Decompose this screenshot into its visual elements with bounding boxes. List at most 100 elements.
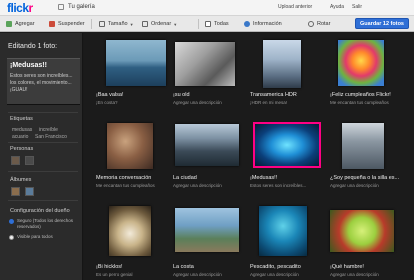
photo-description[interactable]: Agregar una descripción [330, 272, 408, 277]
photo-tile[interactable]: Transamerica HDR ¡HDR en mi mesa! [250, 36, 328, 114]
photo-title[interactable]: ¡Baa valsa! [96, 92, 174, 98]
check-all-icon [205, 21, 211, 27]
photo-thumbnail[interactable] [263, 40, 301, 88]
flickr-logo[interactable]: flickr [7, 1, 33, 15]
gallery-link[interactable]: Tu galería [68, 4, 95, 10]
tags-label: Etiquetas [10, 116, 33, 122]
gallery-icon [58, 4, 64, 10]
photo-description[interactable]: Me encantan tus cumpleaños [96, 183, 174, 188]
select-all-button[interactable]: Todas [205, 19, 229, 29]
photo-description[interactable]: Agregar una descripción [250, 272, 328, 277]
photo-thumbnail[interactable] [259, 206, 307, 256]
tag-item[interactable]: medusas [12, 127, 32, 133]
photo-tile[interactable]: ¡Medusas!! Estos seres son increíbles... [250, 119, 328, 197]
photo-tile[interactable]: Memoria conversación Me encantan tus cum… [96, 119, 174, 197]
editing-title: Editando 1 foto: [8, 43, 58, 50]
photo-description[interactable]: Agregar una descripción [173, 183, 251, 188]
photo-title[interactable]: La costa [173, 264, 251, 270]
photo-thumbnail[interactable] [342, 123, 384, 169]
people-label: Personas [10, 146, 34, 152]
rotate-label: Rotar [317, 21, 331, 27]
photo-title[interactable]: ¡su old [173, 92, 251, 98]
sort-dropdown[interactable]: Ordenar ▼ [142, 19, 177, 29]
photo-title[interactable]: Transamerica HDR [250, 92, 328, 98]
photo-thumbnail-selected[interactable] [253, 122, 321, 168]
divider [8, 171, 78, 172]
privacy-label: Configuración del dueño [10, 208, 70, 214]
photo-thumbnail[interactable] [107, 123, 153, 169]
photo-description[interactable]: Estos seres son increíbles... [250, 183, 328, 188]
photo-description-field[interactable]: Estos seres son increíbles... los colore… [10, 73, 78, 94]
sort-icon [142, 21, 148, 27]
photo-thumbnail[interactable] [175, 208, 239, 252]
photo-title[interactable]: ¡Medusas!! [250, 175, 328, 181]
photo-description[interactable]: Agregar una descripción [330, 183, 408, 188]
photo-title[interactable]: ¿Soy pequeña o la silla es... [330, 175, 408, 181]
photo-tile[interactable]: La ciudad Agregar una descripción [173, 119, 251, 197]
photo-title[interactable]: Memoria conversación [96, 175, 174, 181]
photo-tile[interactable]: ¡Feliz cumpleaños Flickr! Me encantan tu… [330, 36, 408, 114]
tag-item[interactable]: increíble [39, 127, 58, 133]
photo-title[interactable]: ¡Qué hambre! [330, 264, 408, 270]
photo-description[interactable]: ¡HDR en mi mesa! [250, 100, 328, 105]
save-photos-button[interactable]: Guardar 12 fotos [354, 18, 409, 29]
sort-label: Ordenar [151, 21, 172, 27]
add-button[interactable]: Agregar [6, 19, 35, 29]
tag-item[interactable]: San Francisco [35, 134, 67, 140]
info-button[interactable]: Información [244, 19, 282, 29]
albums-label: Álbumes [10, 177, 32, 183]
size-label: Tamaño [108, 21, 128, 27]
person-avatar[interactable] [25, 156, 34, 165]
photo-title[interactable]: ¡Feliz cumpleaños Flickr! [330, 92, 408, 98]
photo-tile[interactable]: Pescadito, pescadito Agregar una descrip… [250, 202, 328, 280]
select-all-label: Todas [214, 21, 229, 27]
photo-thumbnail[interactable] [109, 206, 151, 256]
edit-sidebar: Editando 1 foto: ¡Medusas!! Estos seres … [0, 33, 83, 280]
photo-tile[interactable]: La costa Agregar una descripción [173, 202, 251, 280]
photo-tile[interactable]: ¿Soy pequeña o la silla es... Agregar un… [330, 119, 408, 197]
rotate-button[interactable]: Rotar [308, 19, 330, 29]
help-link[interactable]: Ayuda [330, 4, 344, 10]
upload-previous-link[interactable]: Upload anterior [278, 4, 312, 10]
person-avatar[interactable] [11, 156, 20, 165]
privacy-radio-safe[interactable] [9, 219, 14, 224]
privacy-radio-visible[interactable] [9, 235, 14, 240]
chevron-down-icon: ▼ [129, 21, 134, 27]
divider [8, 142, 78, 143]
photo-thumbnail[interactable] [175, 42, 235, 86]
photo-thumbnail[interactable] [175, 124, 239, 166]
size-dropdown[interactable]: Tamaño ▼ [99, 19, 134, 29]
photo-title[interactable]: Pescadito, pescadito [250, 264, 328, 270]
photo-description[interactable]: Es un perro genial [96, 272, 174, 277]
photo-thumbnail[interactable] [330, 210, 394, 252]
photo-tile[interactable]: ¡Qué hambre! Agregar una descripción [330, 202, 408, 280]
privacy-option-label: Visible para todos [17, 234, 53, 239]
photo-title-field[interactable]: ¡Medusas!! [10, 62, 47, 69]
privacy-option-label: Seguro (Todos los derechos reservados) [17, 218, 74, 229]
photo-description[interactable]: Agregar una descripción [173, 100, 251, 105]
photo-description[interactable]: Agregar una descripción [173, 272, 251, 277]
rotate-icon [308, 21, 314, 27]
photo-title[interactable]: ¡Bi hicklos! [96, 264, 174, 270]
add-label: Agregar [15, 21, 35, 27]
grid-icon [99, 21, 105, 27]
photo-description[interactable]: Me encantan tus cumpleaños [330, 100, 408, 105]
album-thumbnail[interactable] [25, 187, 34, 196]
info-icon [244, 21, 250, 27]
exit-link[interactable]: Salir [352, 4, 362, 10]
photo-thumbnail[interactable] [338, 40, 384, 86]
photo-title[interactable]: La ciudad [173, 175, 251, 181]
photo-tile[interactable]: ¡su old Agregar una descripción [173, 36, 251, 114]
remove-button[interactable]: Suspender [49, 19, 85, 29]
remove-label: Suspender [58, 21, 85, 27]
toolbar: Agregar Suspender Tamaño ▼ Ordenar ▼ Tod… [0, 16, 414, 32]
minus-icon [49, 21, 55, 27]
tag-item[interactable]: acuario [12, 134, 28, 140]
divider [8, 112, 78, 113]
photo-details-box[interactable]: ¡Medusas!! Estos seres son increíbles...… [7, 58, 80, 105]
photo-description[interactable]: ¡En costa? [96, 100, 174, 105]
photo-tile[interactable]: ¡Baa valsa! ¡En costa? [96, 36, 174, 114]
photo-tile[interactable]: ¡Bi hicklos! Es un perro genial [96, 202, 174, 280]
album-thumbnail[interactable] [11, 187, 20, 196]
photo-thumbnail[interactable] [106, 40, 166, 86]
